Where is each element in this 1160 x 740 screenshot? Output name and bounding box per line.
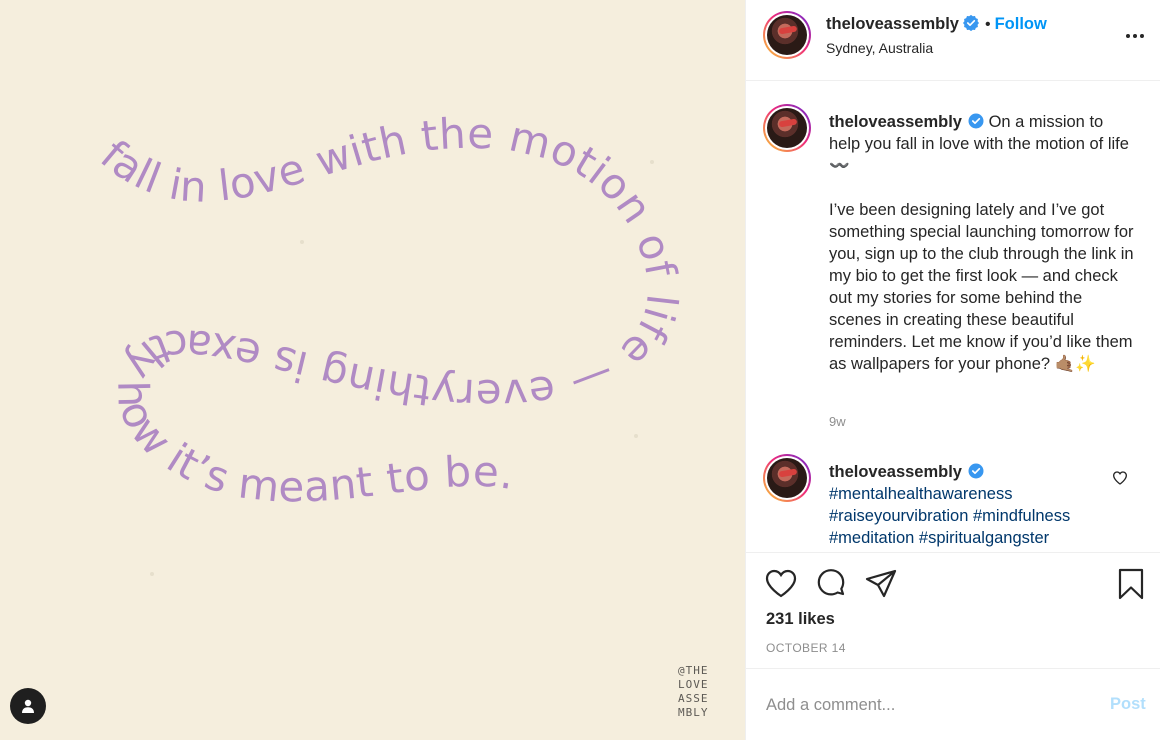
comment-username[interactable]: theloveassembly <box>829 463 962 481</box>
hashtag-link[interactable]: #mentalhealthawareness <box>829 485 1012 503</box>
post-image[interactable]: fall in love with the motion of life — e… <box>0 0 745 740</box>
comment-like-heart-icon[interactable] <box>1112 470 1128 486</box>
verified-badge-icon <box>968 113 984 129</box>
verified-badge-icon <box>968 463 984 479</box>
like-heart-icon[interactable] <box>764 567 798 601</box>
comment-bubble-icon[interactable] <box>814 567 848 601</box>
curved-quote-graphic: fall in love with the motion of life — e… <box>92 109 687 512</box>
comment-item: theloveassembly #mentalhealthawareness #… <box>829 461 1134 549</box>
hashtag-link[interactable]: #spiritualgangster <box>919 529 1049 547</box>
avatar[interactable] <box>763 11 811 59</box>
comment-avatar[interactable] <box>763 454 811 502</box>
separator-dot: • <box>984 16 991 33</box>
post-header: theloveassembly • Follow Sydney, Australia <box>746 0 1160 81</box>
save-bookmark-icon[interactable] <box>1114 567 1148 601</box>
share-paper-plane-icon[interactable] <box>864 567 898 601</box>
caption-username[interactable]: theloveassembly <box>829 113 962 131</box>
tagged-users-button[interactable] <box>10 688 46 724</box>
post-comment-button[interactable]: Post <box>1110 695 1146 714</box>
header-username[interactable]: theloveassembly <box>826 15 959 33</box>
curved-quote-text: fall in love with the motion of life — e… <box>92 109 687 512</box>
header-title-row: theloveassembly • Follow <box>826 15 1047 34</box>
ellipsis-icon[interactable] <box>1124 26 1146 46</box>
post-sidebar: theloveassembly • Follow Sydney, Australia… <box>745 0 1160 740</box>
caption-age[interactable]: 9w <box>829 414 846 429</box>
hashtag-link[interactable]: #mindfulness <box>973 507 1070 525</box>
add-comment-bar: Post <box>746 668 1160 740</box>
location-link[interactable]: Sydney, Australia <box>826 40 933 56</box>
hashtag-link[interactable]: #raiseyourvibration <box>829 507 968 525</box>
brand-watermark: @THE LOVE ASSE MBLY <box>678 664 709 719</box>
user-icon <box>22 699 34 713</box>
hashtag-link[interactable]: #meditation <box>829 529 914 547</box>
follow-button[interactable]: Follow <box>995 15 1047 33</box>
likes-count[interactable]: 231 likes <box>766 610 835 629</box>
post-date[interactable]: OCTOBER 14 <box>766 641 846 655</box>
comment-input[interactable] <box>766 693 1086 717</box>
caption-body: I’ve been designing lately and I’ve got … <box>829 201 1134 373</box>
comments-list[interactable]: theloveassembly On a mission to help you… <box>746 81 1160 552</box>
post-actions: 231 likes OCTOBER 14 <box>746 552 1160 668</box>
caption: theloveassembly On a mission to help you… <box>829 111 1134 375</box>
caption-avatar[interactable] <box>763 104 811 152</box>
verified-badge-icon <box>962 15 979 31</box>
